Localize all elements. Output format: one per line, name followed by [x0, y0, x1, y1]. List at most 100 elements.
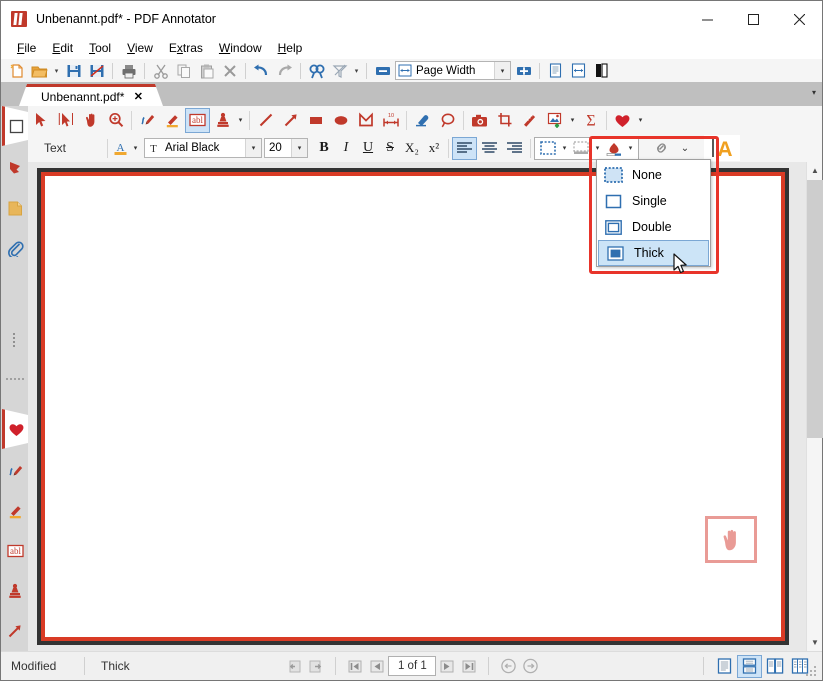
select-tool-button[interactable]	[28, 108, 53, 133]
subscript-button[interactable]: X₂	[401, 137, 423, 160]
zoom-in-button[interactable]	[512, 60, 535, 81]
scrollbar-thumb[interactable]	[807, 180, 823, 438]
italic-button[interactable]: I	[335, 137, 357, 160]
ruler-tool-button[interactable]	[517, 108, 542, 133]
first-page-button[interactable]	[344, 657, 366, 676]
snapshot-tool-button[interactable]	[467, 108, 492, 133]
rail-stamp-tab[interactable]	[2, 571, 28, 611]
link-button[interactable]	[649, 136, 674, 161]
hand-tool-button[interactable]	[78, 108, 103, 133]
rail-arrow-tab[interactable]	[2, 611, 28, 651]
ellipse-tool-button[interactable]	[328, 108, 353, 133]
next-view-button[interactable]	[305, 657, 327, 676]
rectangle-tool-button[interactable]	[303, 108, 328, 133]
menu-help[interactable]: Help	[270, 38, 311, 58]
zoom-dropdown-caret[interactable]: ▾	[494, 62, 510, 79]
crop-tool-button[interactable]	[492, 108, 517, 133]
filter-dropdown-caret[interactable]: ▾	[351, 60, 362, 81]
rail-favorites-tab[interactable]	[2, 409, 28, 449]
view-two-up-button[interactable]	[762, 655, 787, 678]
back-button[interactable]	[497, 657, 519, 676]
delete-button[interactable]	[218, 60, 241, 81]
rail-highlighter-tab[interactable]	[2, 491, 28, 531]
format-overflow-caret[interactable]: ⌄	[674, 136, 696, 161]
paste-button[interactable]	[195, 60, 218, 81]
rail-resize-grip[interactable]	[9, 331, 21, 347]
maximize-button[interactable]	[730, 1, 776, 37]
menu-view[interactable]: View	[119, 38, 161, 58]
pen-tool-button[interactable]	[135, 108, 160, 133]
font-color-button[interactable]: A	[111, 137, 130, 160]
undo-button[interactable]	[250, 60, 273, 81]
save-as-document-button[interactable]	[85, 60, 108, 81]
next-page-button[interactable]	[436, 657, 458, 676]
stamp-tool-button[interactable]	[210, 108, 235, 133]
border-double-item[interactable]: Double	[597, 214, 710, 240]
lasso-select-tool-button[interactable]	[53, 108, 78, 133]
align-left-button[interactable]	[452, 136, 477, 160]
fill-style-caret[interactable]: ▾	[592, 136, 603, 161]
arrow-tool-button[interactable]	[278, 108, 303, 133]
menu-window[interactable]: Window	[211, 38, 270, 58]
align-center-button[interactable]	[477, 137, 502, 160]
align-right-button[interactable]	[502, 137, 527, 160]
insert-image-tool-button[interactable]	[542, 108, 567, 133]
zoom-tool-button[interactable]	[103, 108, 128, 133]
color-button[interactable]	[603, 138, 625, 159]
zoom-out-button[interactable]	[371, 60, 394, 81]
save-document-button[interactable]	[62, 60, 85, 81]
document-tab[interactable]: Unbenannt.pdf* ✕	[19, 84, 163, 106]
insert-image-dropdown-caret[interactable]: ▾	[567, 108, 578, 133]
page-number-field[interactable]: 1 of 1	[388, 656, 437, 676]
close-icon[interactable]: ✕	[134, 90, 143, 103]
rail-pages-tab[interactable]	[2, 188, 28, 228]
rail-attachments-tab[interactable]	[2, 228, 28, 268]
font-family-combobox[interactable]: T Arial Black ▾	[144, 138, 262, 158]
rail-splitter[interactable]	[5, 370, 25, 380]
eraser-tool-button[interactable]	[410, 108, 435, 133]
forward-button[interactable]	[519, 657, 541, 676]
underline-button[interactable]: U	[357, 137, 379, 160]
rail-text-tab[interactable]: abl	[2, 531, 28, 571]
single-page-view-button[interactable]	[544, 60, 567, 81]
last-page-button[interactable]	[458, 657, 480, 676]
print-button[interactable]	[117, 60, 140, 81]
menu-tool[interactable]: Tool	[81, 38, 119, 58]
previous-page-button[interactable]	[366, 657, 388, 676]
strikethrough-button[interactable]: S	[379, 137, 401, 160]
bold-button[interactable]: B	[313, 137, 335, 160]
chevron-down-icon[interactable]: ▾	[812, 88, 816, 97]
facing-view-button[interactable]	[590, 60, 613, 81]
new-document-button[interactable]	[5, 60, 28, 81]
view-continuous-button[interactable]	[737, 654, 763, 678]
hand-stamp-annotation[interactable]	[705, 516, 757, 563]
rail-blank-page-tab[interactable]	[2, 106, 28, 146]
fill-style-button[interactable]	[570, 138, 592, 159]
border-none-item[interactable]: None	[597, 162, 710, 188]
rail-pen-tab[interactable]	[2, 451, 28, 491]
favorites-dropdown-caret[interactable]: ▾	[635, 108, 646, 133]
menu-file[interactable]: File	[9, 38, 44, 58]
previous-view-button[interactable]	[283, 657, 305, 676]
border-style-button[interactable]	[537, 138, 559, 159]
measure-tool-button[interactable]: 10	[378, 108, 403, 133]
minimize-button[interactable]	[684, 1, 730, 37]
border-thick-item[interactable]: Thick	[598, 240, 709, 266]
menu-extras[interactable]: Extras	[161, 38, 211, 58]
rail-bookmark-tab[interactable]	[2, 148, 28, 188]
redo-button[interactable]	[273, 60, 296, 81]
border-style-caret[interactable]: ▾	[559, 136, 570, 161]
favorites-tool-button[interactable]	[610, 108, 635, 133]
stamp-dropdown-caret[interactable]: ▾	[235, 108, 246, 133]
font-family-caret[interactable]: ▾	[245, 139, 261, 157]
filter-button[interactable]	[328, 60, 351, 81]
font-size-caret[interactable]: ▾	[291, 139, 307, 157]
menu-edit[interactable]: Edit	[44, 38, 81, 58]
close-button[interactable]	[776, 1, 822, 37]
find-button[interactable]	[305, 60, 328, 81]
polygon-tool-button[interactable]	[353, 108, 378, 133]
continuous-view-button[interactable]	[567, 60, 590, 81]
resize-grip[interactable]	[806, 664, 818, 676]
highlighter-tool-button[interactable]	[160, 108, 185, 133]
open-dropdown-caret[interactable]: ▾	[51, 60, 62, 81]
